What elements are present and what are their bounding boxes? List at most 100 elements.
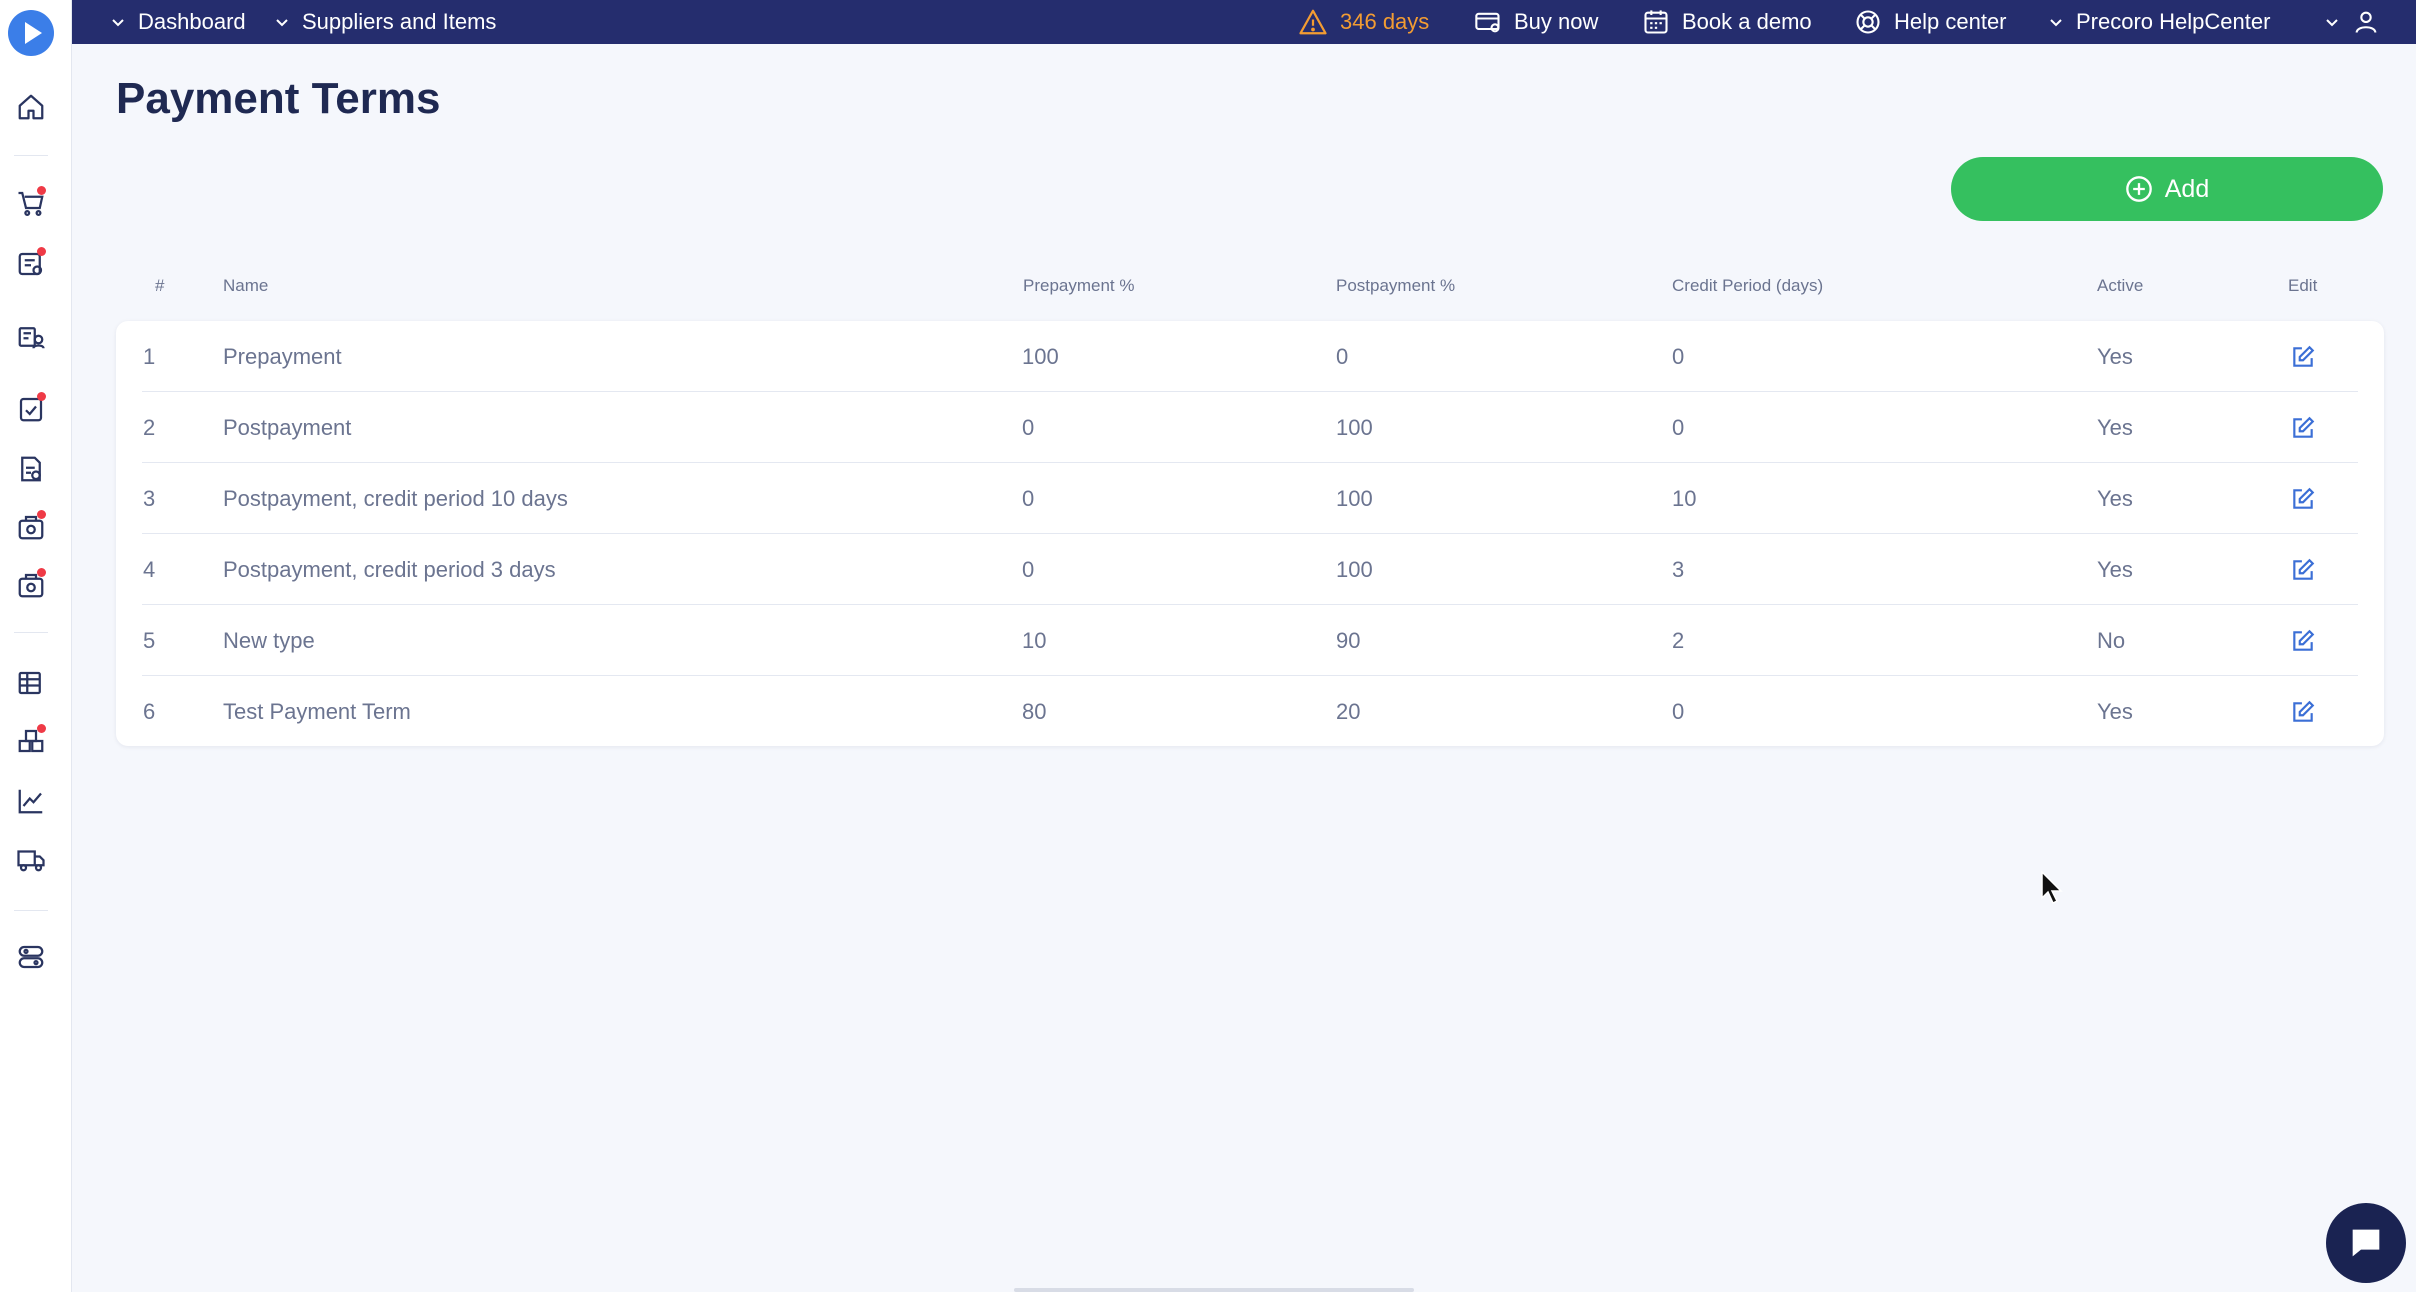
user-menu[interactable] [2324,0,2380,44]
row-edit [2288,321,2318,392]
payment-icon[interactable] [14,568,48,602]
row-name: New type [223,627,315,653]
delivery-icon[interactable] [14,842,48,876]
row-prepayment: 10 [1022,627,1047,653]
home-icon[interactable] [14,90,48,124]
table-header: # Name Prepayment % Postpayment % Credit… [116,276,2384,304]
edit-icon[interactable] [2288,413,2318,443]
header-postpayment: Postpayment % [1336,276,1456,295]
row-edit [2288,392,2318,463]
lifebuoy-icon [1856,10,1880,34]
row-postpayment: 100 [1336,556,1373,582]
dashboard-menu[interactable]: Dashboard [110,0,246,44]
table-row: 2 Postpayment 0 100 0 Yes [116,392,2384,463]
row-number: 1 [143,343,156,369]
sidebar-divider [14,155,48,156]
help-center-label: Help center [1894,9,2007,34]
row-prepayment: 80 [1022,698,1047,724]
row-edit [2288,605,2318,676]
add-button[interactable]: Add [1951,157,2383,221]
row-name: Test Payment Term [223,698,411,724]
chevron-down-icon [2326,19,2338,27]
requisition-icon[interactable] [14,247,48,281]
row-active: Yes [2097,485,2133,511]
page-title: Payment Terms [116,74,441,123]
precoro-logo[interactable] [8,10,54,56]
table-row: 5 New type 10 90 2 No [116,605,2384,676]
header-edit: Edit [2288,276,2318,295]
row-prepayment: 100 [1022,343,1059,369]
trial-days-link[interactable]: 346 days [1298,0,1429,44]
row-active: Yes [2097,556,2133,582]
cart-icon[interactable] [14,186,48,220]
settings-icon[interactable] [14,940,48,974]
analytics-icon[interactable] [14,784,48,818]
header-name: Name [223,276,269,295]
row-number: 5 [143,627,156,653]
supplier-icon[interactable] [14,320,48,354]
buy-now-button[interactable]: Buy now [1474,0,1598,44]
notification-dot [37,568,46,577]
notification-dot [37,186,46,195]
row-edit [2288,534,2318,605]
dashboard-label: Dashboard [138,9,246,34]
inventory-icon[interactable] [14,724,48,758]
row-number: 4 [143,556,156,582]
row-postpayment: 20 [1336,698,1361,724]
scroll-indicator [1014,1288,1414,1292]
edit-icon[interactable] [2288,342,2318,372]
notification-dot [37,724,46,733]
chevron-down-icon [2050,19,2062,27]
edit-icon[interactable] [2288,555,2318,585]
row-active: Yes [2097,343,2133,369]
warning-icon [1299,9,1327,35]
company-label: Precoro HelpCenter [2076,9,2271,34]
notification-dot [37,392,46,401]
chat-widget-button[interactable] [2326,1203,2406,1283]
row-number: 6 [143,698,156,724]
catalog-icon[interactable] [14,666,48,700]
company-switcher[interactable]: Precoro HelpCenter [2048,0,2270,44]
top-bar: Dashboard Suppliers and Items 346 days B… [72,0,2416,44]
budget-icon[interactable] [14,510,48,544]
row-prepayment: 0 [1022,414,1035,440]
suppliers-items-menu[interactable]: Suppliers and Items [274,0,496,44]
row-active: Yes [2097,698,2133,724]
header-credit-period: Credit Period (days) [1672,276,1824,295]
chat-icon [2352,1229,2380,1257]
header-number: # [155,276,165,295]
row-credit-period: 0 [1672,698,1685,724]
user-icon [2355,11,2377,33]
row-name: Postpayment, credit period 10 days [223,485,568,511]
row-postpayment: 100 [1336,414,1373,440]
row-edit [2288,463,2318,534]
calendar-icon [1644,10,1668,34]
edit-icon[interactable] [2288,626,2318,656]
invoice-icon[interactable] [14,452,48,486]
row-name: Prepayment [223,343,342,369]
chevron-down-icon [112,19,124,27]
header-active: Active [2097,276,2144,295]
table-row: 6 Test Payment Term 80 20 0 Yes [116,676,2384,747]
payment-terms-table: 1 Prepayment 100 0 0 Yes 2 Postpayment 0… [116,321,2384,746]
row-credit-period: 3 [1672,556,1685,582]
book-demo-button[interactable]: Book a demo [1642,0,1812,44]
sidebar-divider [14,910,48,911]
help-center-button[interactable]: Help center [1854,0,2007,44]
row-active: No [2097,627,2126,653]
chevron-down-icon [276,19,288,27]
table-row: 4 Postpayment, credit period 3 days 0 10… [116,534,2384,605]
approval-icon[interactable] [14,392,48,426]
row-credit-period: 0 [1672,343,1685,369]
edit-icon[interactable] [2288,484,2318,514]
row-edit [2288,676,2318,747]
row-prepayment: 0 [1022,556,1035,582]
sidebar-divider [14,632,48,633]
notification-dot [37,510,46,519]
row-credit-period: 10 [1672,485,1697,511]
edit-icon[interactable] [2288,697,2318,727]
row-postpayment: 90 [1336,627,1361,653]
row-name: Postpayment [223,414,352,440]
row-credit-period: 0 [1672,414,1685,440]
row-postpayment: 0 [1336,343,1349,369]
